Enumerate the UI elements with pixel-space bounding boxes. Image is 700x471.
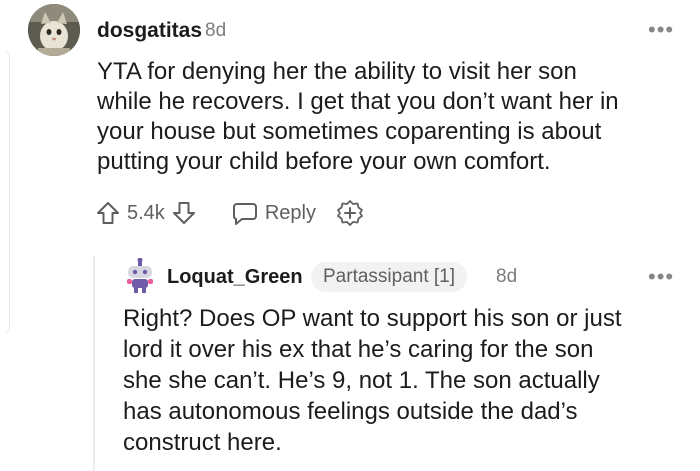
comment-actions: 5.4k Reply [95,197,364,229]
reply-timestamp: 8d [496,266,518,287]
reply-more-options-icon[interactable]: ••• [648,264,674,290]
reply-avatar[interactable] [124,257,156,294]
comment-more-options-icon[interactable]: ••• [648,17,674,43]
comment-line: your house but sometimes coparenting is … [97,118,602,145]
reply-bubble-icon[interactable] [231,200,259,226]
snoo-avatar-icon [127,257,153,293]
vote-score: 5.4k [127,201,165,224]
reply-body: Right? Does OP want to support his son o… [123,303,621,458]
comment-username[interactable]: dosgatitas [97,19,202,43]
comment-body: YTA for denying her the ability to visit… [97,57,619,177]
cat-avatar-icon [28,4,80,56]
comment-line: YTA for denying her the ability to visit… [97,58,577,85]
upvote-arrow-icon[interactable] [95,200,121,226]
reply-line: has autonomous feelings outside the dad’… [123,398,578,425]
reply-line: construct here. [123,429,282,456]
reply-line: lord it over his ex that he’s caring for… [123,336,594,363]
comment-line: putting your child before your own comfo… [97,148,551,175]
thread-line[interactable] [6,52,10,332]
user-flair-badge: Partassipant [1] [311,262,468,292]
reply-button[interactable]: Reply [265,202,316,225]
award-add-icon[interactable] [336,199,364,227]
reply-username[interactable]: Loquat_Green [167,266,303,289]
reply-line: Right? Does OP want to support his son o… [123,305,622,332]
downvote-arrow-icon[interactable] [171,200,197,226]
reply-line: she she can’t. He’s 9, not 1. The son ac… [123,367,600,394]
comment-timestamp: 8d [205,20,227,41]
comment-line: while he recovers. I get that you don’t … [97,88,619,115]
avatar[interactable] [28,4,80,56]
reply-thread-line[interactable] [93,256,95,471]
